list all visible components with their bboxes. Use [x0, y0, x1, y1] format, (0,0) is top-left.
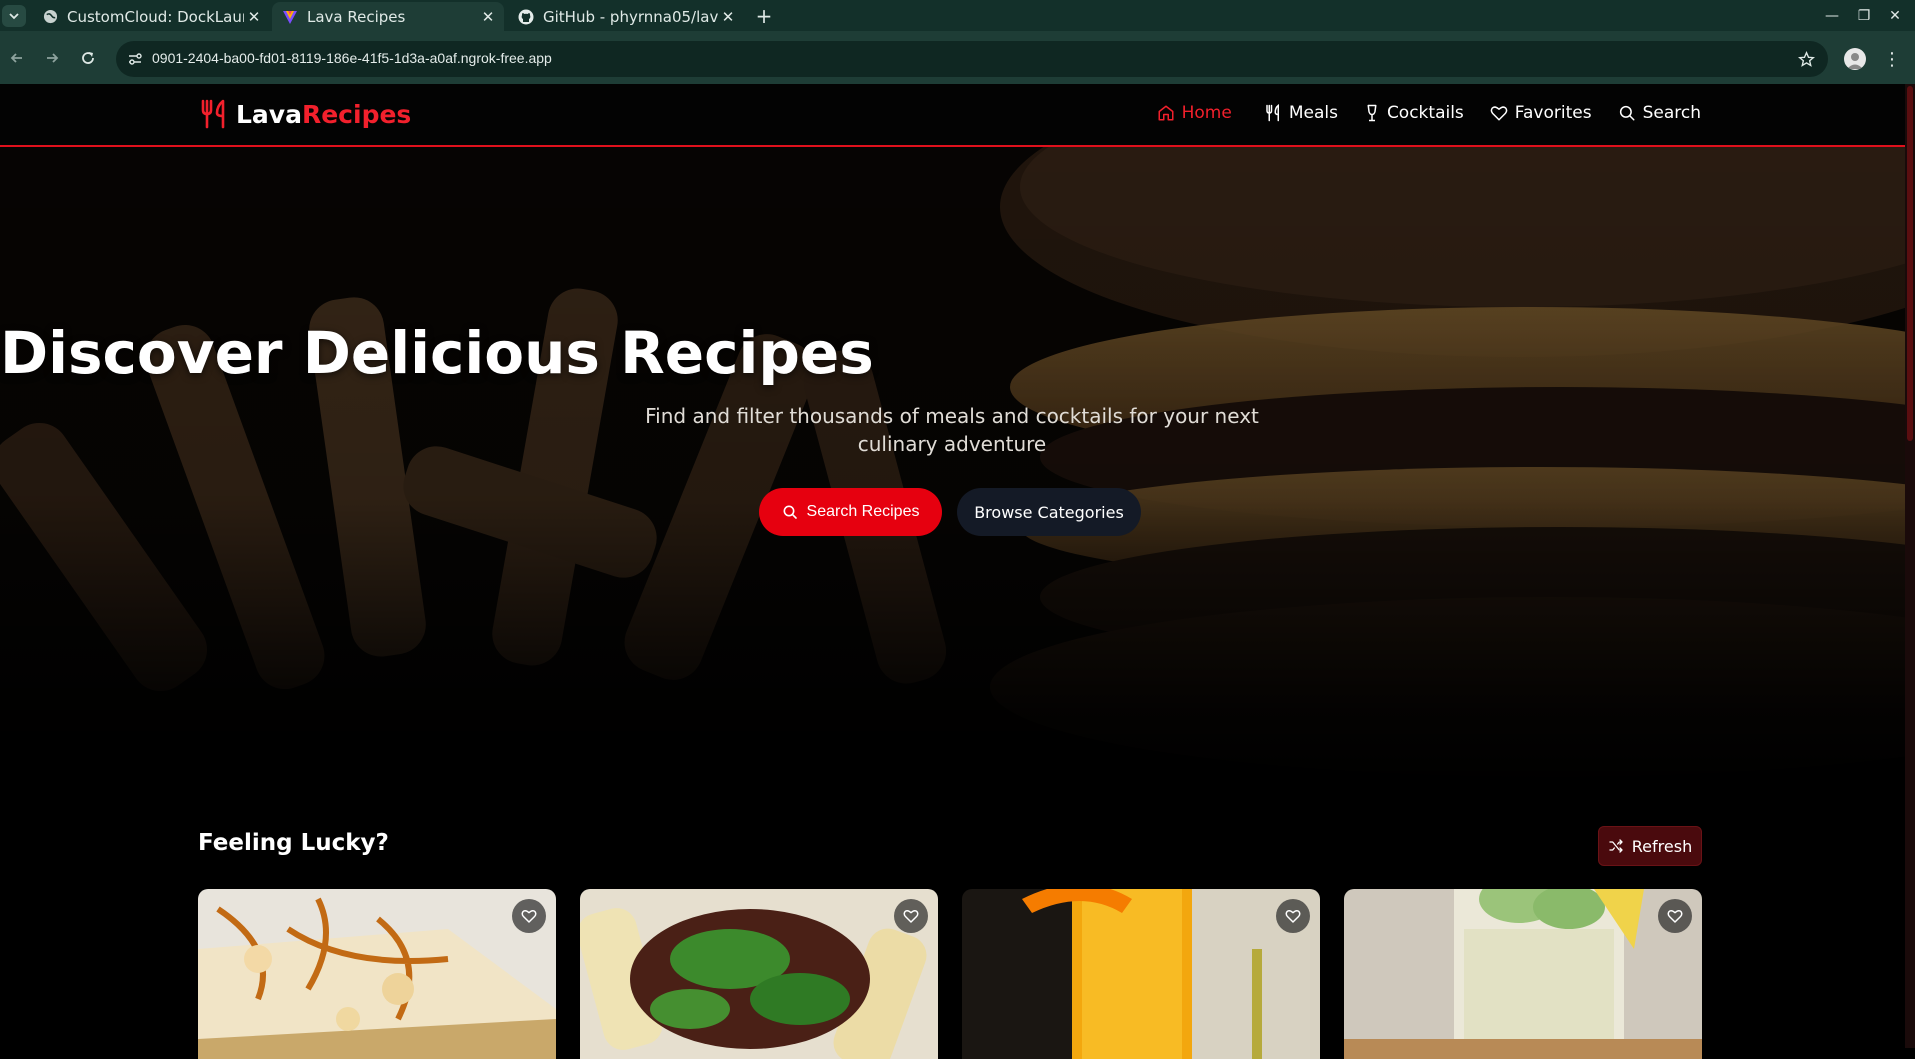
nav-item-home[interactable]: Home [1157, 103, 1232, 123]
site-logo[interactable]: Lava Recipes [198, 98, 411, 130]
minimize-icon: — [1825, 8, 1839, 24]
hero-overlay [0, 147, 1905, 787]
favorite-button[interactable] [512, 899, 546, 933]
recipe-image-orange-cocktail [962, 889, 1320, 1059]
restore-button[interactable]: ❐ [1850, 4, 1878, 28]
reload-icon [82, 52, 94, 64]
favorite-button[interactable] [1658, 899, 1692, 933]
section-title-feeling-lucky: Feeling Lucky? [198, 830, 389, 856]
hero-title: Discover Delicious Recipes [0, 319, 874, 387]
forward-button[interactable] [38, 44, 66, 72]
heart-icon [1490, 106, 1508, 121]
nav-label: Home [1181, 103, 1232, 123]
home-icon [1158, 105, 1174, 121]
page-scrollbar[interactable] [1905, 84, 1915, 1048]
nav-item-search[interactable]: Search [1618, 103, 1701, 123]
wine-glass-icon [1367, 104, 1377, 122]
nav-item-cocktails[interactable]: Cocktails [1364, 103, 1464, 123]
tab-title: CustomCloud: DockLaun [67, 7, 244, 26]
brand-name-second: Recipes [301, 99, 412, 129]
browser-tab-lava-recipes[interactable]: Lava Recipes ✕ [272, 2, 504, 31]
brand-name-first: Lava [236, 99, 302, 129]
utensils-logo-icon [201, 99, 225, 129]
site-header: Lava Recipes Home Meals Cocktails Favorit… [0, 84, 1905, 147]
close-icon[interactable]: ✕ [244, 7, 264, 27]
new-tab-button[interactable]: + [752, 4, 776, 28]
favorite-button[interactable] [894, 899, 928, 933]
button-label: Browse Categories [974, 502, 1124, 522]
url-text: 0901-2404-ba00-fd01-8119-186e-41f5-1d3a-… [152, 50, 552, 66]
button-label: Refresh [1631, 836, 1693, 856]
nav-label: Search [1642, 103, 1701, 123]
chevron-down-icon [9, 13, 19, 20]
nav-item-meals[interactable]: Meals [1264, 103, 1338, 123]
recipe-card[interactable] [962, 889, 1320, 1059]
minimize-button[interactable]: — [1818, 4, 1846, 28]
browser-toolbar: 0901-2404-ba00-fd01-8119-186e-41f5-1d3a-… [0, 31, 1915, 84]
browser-tab-bar: CustomCloud: DockLaun ✕ Lava Recipes ✕ G… [0, 0, 1915, 31]
recipe-card[interactable] [198, 889, 556, 1059]
close-window-button[interactable]: ✕ [1881, 4, 1909, 28]
back-button[interactable] [3, 44, 31, 72]
utensils-icon [1266, 104, 1279, 122]
heart-icon [521, 909, 537, 923]
main-nav: Home Meals Cocktails Favorites Search [1131, 103, 1701, 123]
nav-label: Meals [1288, 103, 1338, 123]
button-label: Search Recipes [806, 503, 920, 520]
plus-icon: + [755, 4, 773, 28]
nav-label: Cocktails [1386, 103, 1464, 123]
browse-categories-button[interactable]: Browse Categories [957, 488, 1141, 536]
browser-menu-button[interactable]: ⋮ [1882, 47, 1902, 71]
arrow-left-icon [10, 53, 22, 63]
user-icon [1847, 53, 1863, 69]
recipe-image-cucumber-lemonade [1344, 889, 1702, 1059]
tab-title: GitHub - phyrnna05/lava [543, 7, 718, 26]
tab-title: Lava Recipes [307, 7, 406, 26]
lava-favicon-icon [282, 9, 298, 25]
recipe-image-rigatoni-with-pesto [580, 889, 938, 1059]
profile-avatar[interactable] [1844, 48, 1866, 70]
favorite-button[interactable] [1276, 899, 1310, 933]
globe-icon [42, 9, 58, 25]
recipe-card[interactable] [580, 889, 938, 1059]
close-icon[interactable]: ✕ [718, 7, 738, 27]
refresh-button[interactable]: Refresh [1598, 826, 1702, 866]
bookmark-star-icon[interactable] [1794, 47, 1818, 71]
close-icon[interactable]: ✕ [478, 7, 498, 27]
heart-icon [1285, 909, 1301, 923]
heart-icon [1667, 909, 1683, 923]
scrollbar-thumb[interactable] [1907, 86, 1913, 441]
search-recipes-button[interactable]: Search Recipes [759, 488, 942, 536]
arrow-right-icon [47, 53, 59, 63]
browser-tab-docklaunch[interactable]: CustomCloud: DockLaun ✕ [32, 2, 270, 31]
hero-section: Discover Delicious Recipes Find and filt… [0, 147, 1905, 787]
heart-icon [903, 909, 919, 923]
close-icon: ✕ [1889, 8, 1901, 24]
more-vertical-icon: ⋮ [1883, 48, 1901, 70]
search-icon [783, 505, 797, 519]
browser-tab-github[interactable]: GitHub - phyrnna05/lava ✕ [508, 2, 744, 31]
nav-item-favorites[interactable]: Favorites [1490, 103, 1592, 123]
search-icon [1619, 105, 1635, 121]
restore-icon: ❐ [1857, 8, 1871, 24]
github-icon [518, 9, 534, 25]
nav-label: Favorites [1514, 103, 1592, 123]
hero-subtitle: Find and filter thousands of meals and c… [645, 404, 1259, 456]
recipe-card[interactable] [1344, 889, 1702, 1059]
site-info-icon[interactable] [124, 48, 146, 70]
reload-button[interactable] [74, 44, 102, 72]
shuffle-icon [1609, 839, 1623, 853]
recipe-image-caramel-cheesecake [198, 889, 556, 1059]
tab-search-button[interactable] [2, 5, 26, 27]
address-bar[interactable]: 0901-2404-ba00-fd01-8119-186e-41f5-1d3a-… [116, 41, 1828, 77]
